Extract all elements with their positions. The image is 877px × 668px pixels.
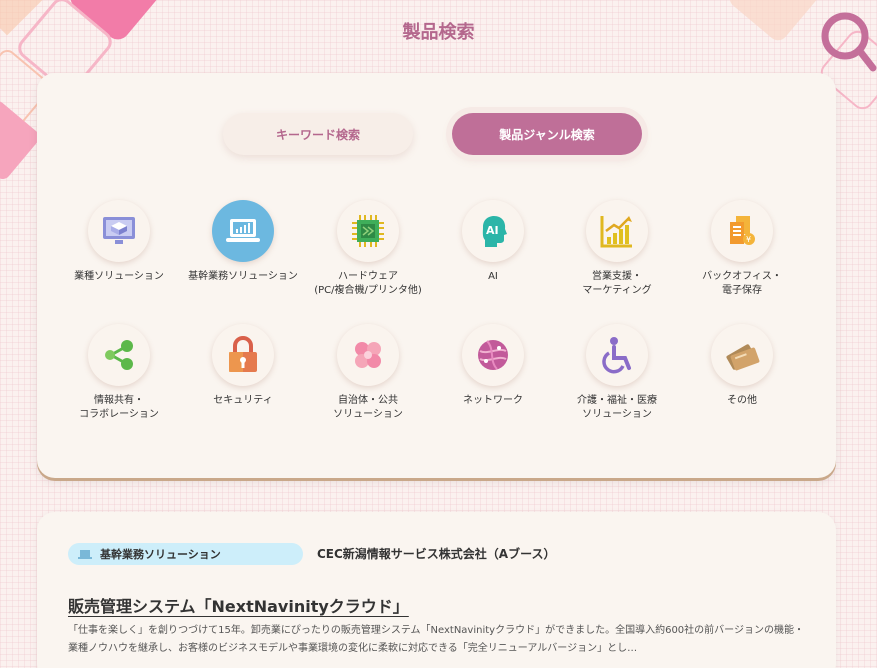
monitor-3d-icon — [103, 217, 135, 244]
genre-badge: 基幹業務ソリューション — [68, 543, 303, 565]
category-label: 自治体・公共 ソリューション — [333, 395, 403, 420]
category-information-sharing[interactable]: 情報共有・ コラボレーション — [57, 324, 181, 422]
product-title-link[interactable]: 販売管理システム「NextNavinityクラウド」 — [68, 593, 409, 617]
category-icon-circle — [88, 324, 150, 386]
wheelchair-icon — [602, 337, 631, 374]
category-network[interactable]: ネットワーク — [431, 324, 555, 408]
category-icon-circle — [212, 200, 274, 262]
category-back-office[interactable]: ¥ バックオフィス・ 電子保存 — [680, 200, 804, 298]
category-label: 介護・福祉・医療 ソリューション — [577, 395, 657, 420]
documents-icon: ¥ — [730, 216, 755, 245]
category-label: 基幹業務ソリューション — [188, 271, 298, 282]
category-label: ネットワーク — [463, 395, 523, 406]
category-other[interactable]: その他 — [680, 324, 804, 408]
category-icon-circle — [711, 324, 773, 386]
lock-icon — [229, 336, 257, 372]
category-municipal[interactable]: 自治体・公共 ソリューション — [306, 324, 430, 422]
product-result-card[interactable]: 基幹業務ソリューション CEC新潟情報サービス株式会社（Aブース） 販売管理シス… — [37, 512, 836, 668]
clover-icon — [355, 342, 381, 368]
genre-badge-label: 基幹業務ソリューション — [100, 548, 221, 561]
laptop-icon — [78, 549, 92, 560]
ai-head-icon: AI — [482, 216, 507, 247]
company-name: CEC新潟情報サービス株式会社（Aブース） — [317, 547, 556, 561]
category-hardware[interactable]: ハードウェア (PC/複合機/プリンタ他) — [306, 200, 430, 298]
category-icon-circle — [586, 324, 648, 386]
page-title: 製品検索 — [402, 22, 475, 43]
category-label: ハードウェア (PC/複合機/プリンタ他) — [314, 271, 422, 296]
laptop-chart-icon — [226, 219, 260, 242]
category-label: AI — [488, 271, 498, 282]
svg-text:AI: AI — [486, 224, 499, 237]
category-icon-circle — [212, 324, 274, 386]
category-sales-marketing[interactable]: 営業支援・ マーケティング — [555, 200, 679, 298]
product-search-panel: キーワード検索 製品ジャンル検索 業種ソリューション 基幹業務ソリューション ハ… — [37, 73, 836, 478]
category-security[interactable]: セキュリティ — [181, 324, 305, 408]
category-label: セキュリティ — [213, 395, 273, 406]
tab-genre-search[interactable]: 製品ジャンル検索 — [452, 113, 642, 155]
category-label: バックオフィス・ 電子保存 — [702, 271, 782, 296]
category-care-welfare-medical[interactable]: 介護・福祉・医療 ソリューション — [555, 324, 679, 422]
category-label: 業種ソリューション — [74, 271, 164, 282]
category-label: 営業支援・ マーケティング — [582, 271, 652, 296]
category-industry-solution[interactable]: 業種ソリューション — [57, 200, 181, 284]
globe-icon — [478, 340, 508, 370]
category-label: その他 — [727, 395, 757, 406]
category-icon-circle: AI — [462, 200, 524, 262]
growth-chart-icon — [600, 216, 632, 248]
cards-icon — [726, 344, 760, 371]
product-description: 「仕事を楽しく」を創りつづけて15年。卸売業にぴったりの販売管理システム「Nex… — [68, 625, 804, 654]
category-icon-circle — [462, 324, 524, 386]
category-core-business-solution[interactable]: 基幹業務ソリューション — [181, 200, 305, 284]
category-icon-circle — [337, 324, 399, 386]
tab-keyword-search[interactable]: キーワード検索 — [223, 113, 413, 155]
category-label: 情報共有・ コラボレーション — [79, 395, 159, 420]
category-icon-circle — [337, 200, 399, 262]
category-icon-circle — [586, 200, 648, 262]
category-ai[interactable]: AI AI — [431, 200, 555, 284]
svg-text:¥: ¥ — [746, 235, 751, 244]
category-icon-circle: ¥ — [711, 200, 773, 262]
category-icon-circle — [88, 200, 150, 262]
chip-icon — [352, 215, 384, 247]
share-icon — [105, 340, 133, 370]
